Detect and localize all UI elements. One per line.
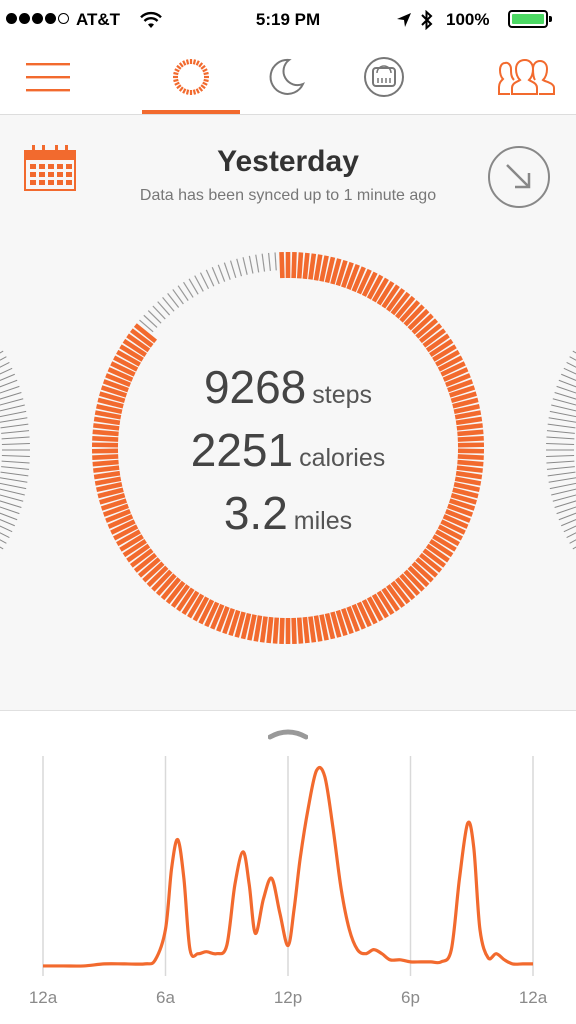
ring-segment	[229, 260, 237, 279]
miles-stat: 3.2 miles	[0, 486, 576, 540]
ring-segment	[205, 269, 215, 287]
x-tick-label: 12p	[273, 988, 303, 1007]
tab-sleep[interactable]	[250, 40, 322, 114]
ring-segment	[291, 617, 297, 644]
steps-unit: steps	[312, 381, 373, 409]
battery-percent: 100%	[446, 10, 490, 29]
ring-segment	[236, 258, 243, 277]
ring-segment	[266, 616, 274, 644]
moon-icon	[269, 58, 305, 95]
friends-button[interactable]	[492, 40, 562, 114]
ring-segment	[261, 253, 266, 272]
ring-segment	[267, 252, 271, 271]
status-bar: AT&T 5:19 PM 100%	[0, 0, 576, 40]
ring-segment	[279, 252, 285, 279]
ring-segment	[242, 257, 248, 275]
hamburger-menu-icon	[26, 63, 70, 92]
share-button[interactable]	[487, 145, 551, 209]
ring-segment	[313, 615, 323, 642]
ring-segment	[313, 254, 323, 281]
ring-segment	[272, 617, 280, 644]
activity-ring-icon	[173, 59, 209, 95]
ring-segment	[248, 255, 254, 274]
calories-stat: 2251 calories	[0, 423, 576, 477]
ring-segment	[217, 264, 226, 282]
active-tab-indicator	[142, 110, 240, 114]
miles-unit: miles	[293, 507, 353, 535]
ring-segment	[454, 476, 482, 486]
x-tick-label: 6p	[401, 988, 420, 1007]
x-tick-label: 12a	[28, 988, 58, 1007]
ring-segment	[223, 262, 231, 280]
ring-segment	[302, 252, 310, 280]
ring-segment	[253, 615, 263, 642]
bluetooth-icon	[421, 10, 433, 30]
calories-unit: calories	[299, 444, 386, 472]
steps-value: 9268	[203, 361, 307, 413]
friends-icon	[498, 58, 555, 95]
ring-segment	[308, 253, 317, 280]
tab-activity[interactable]	[142, 40, 240, 114]
status-time: 5:19 PM	[255, 10, 321, 29]
expand-handle-icon[interactable]	[268, 726, 308, 740]
top-nav	[0, 40, 576, 115]
miles-value: 3.2	[223, 487, 288, 539]
location-arrow-icon	[397, 13, 411, 27]
ring-segment	[255, 254, 260, 273]
calories-value: 2251	[190, 424, 294, 476]
ring-segment	[279, 617, 285, 644]
activity-line-chart	[42, 756, 534, 976]
ring-segment	[199, 272, 210, 290]
ring-segment	[302, 616, 310, 644]
x-tick-label: 12a	[518, 988, 548, 1007]
ring-segment	[194, 275, 204, 292]
scale-icon	[364, 57, 404, 97]
battery-icon	[508, 10, 552, 28]
arrow-down-right-icon	[506, 164, 531, 189]
ring-segment	[94, 476, 122, 486]
ring-segment	[274, 252, 277, 271]
ring-segment	[296, 617, 304, 644]
tab-scale[interactable]	[348, 40, 420, 114]
ring-segment	[259, 616, 268, 643]
ring-segment	[308, 616, 317, 643]
x-tick-label: 6a	[156, 988, 175, 1007]
ring-segment	[291, 252, 297, 279]
ring-segment	[296, 252, 304, 279]
steps-stat: 9268 steps	[0, 360, 576, 414]
ring-segment	[211, 266, 220, 285]
menu-button[interactable]	[18, 40, 78, 114]
